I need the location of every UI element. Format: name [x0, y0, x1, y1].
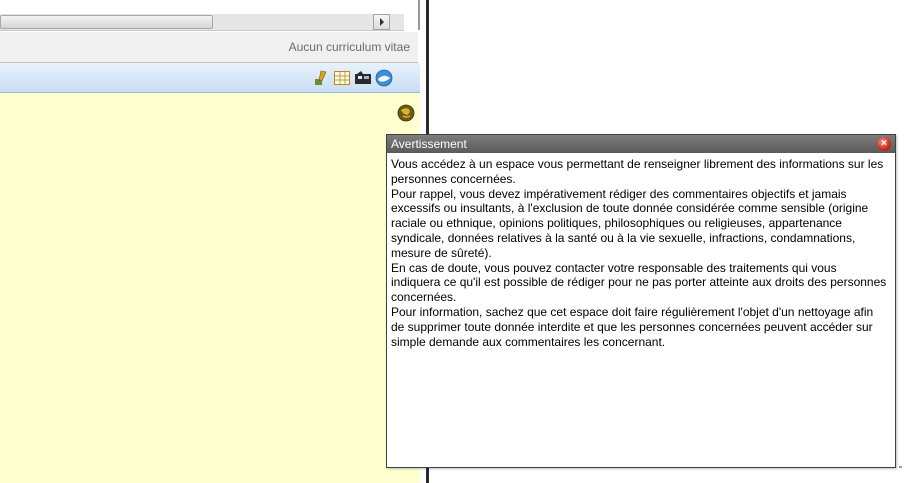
camera-film-icon[interactable]: [354, 69, 372, 87]
application-pane: Aucun curriculum vitae: [0, 0, 426, 483]
horizontal-scrollbar[interactable]: [0, 14, 404, 31]
warning-popup: Avertissement × Vous accédez à un espace…: [386, 134, 896, 468]
scroll-corner: [418, 0, 420, 30]
popup-paragraph: En cas de doute, vous pouvez contacter v…: [391, 260, 887, 305]
world-globe-icon[interactable]: [397, 104, 415, 122]
popup-paragraph: Pour rappel, vous devez impérativement r…: [391, 186, 869, 260]
close-icon[interactable]: ×: [877, 137, 891, 151]
cv-status-text: Aucun curriculum vitae: [288, 40, 410, 54]
notes-toolbar: [0, 63, 420, 93]
popup-message: Vous accédez à un espace vous permettant…: [391, 157, 889, 349]
scrollbar-thumb[interactable]: [0, 15, 213, 29]
resize-grip: [899, 466, 902, 468]
chevron-right-icon: [379, 18, 384, 26]
popup-title: Avertissement: [391, 137, 467, 151]
table-grid-icon[interactable]: [333, 69, 351, 87]
help-globe-icon[interactable]: [375, 69, 393, 87]
notes-area[interactable]: [0, 93, 420, 483]
popup-title-bar: Avertissement ×: [387, 135, 895, 153]
scroll-right-arrow[interactable]: [373, 14, 390, 30]
popup-paragraph: Vous accédez à un espace vous permettant…: [391, 157, 884, 186]
edit-pen-icon[interactable]: [312, 69, 330, 87]
status-bar: Aucun curriculum vitae: [0, 32, 418, 63]
popup-paragraph: Pour information, sachez que cet espace …: [391, 304, 874, 349]
